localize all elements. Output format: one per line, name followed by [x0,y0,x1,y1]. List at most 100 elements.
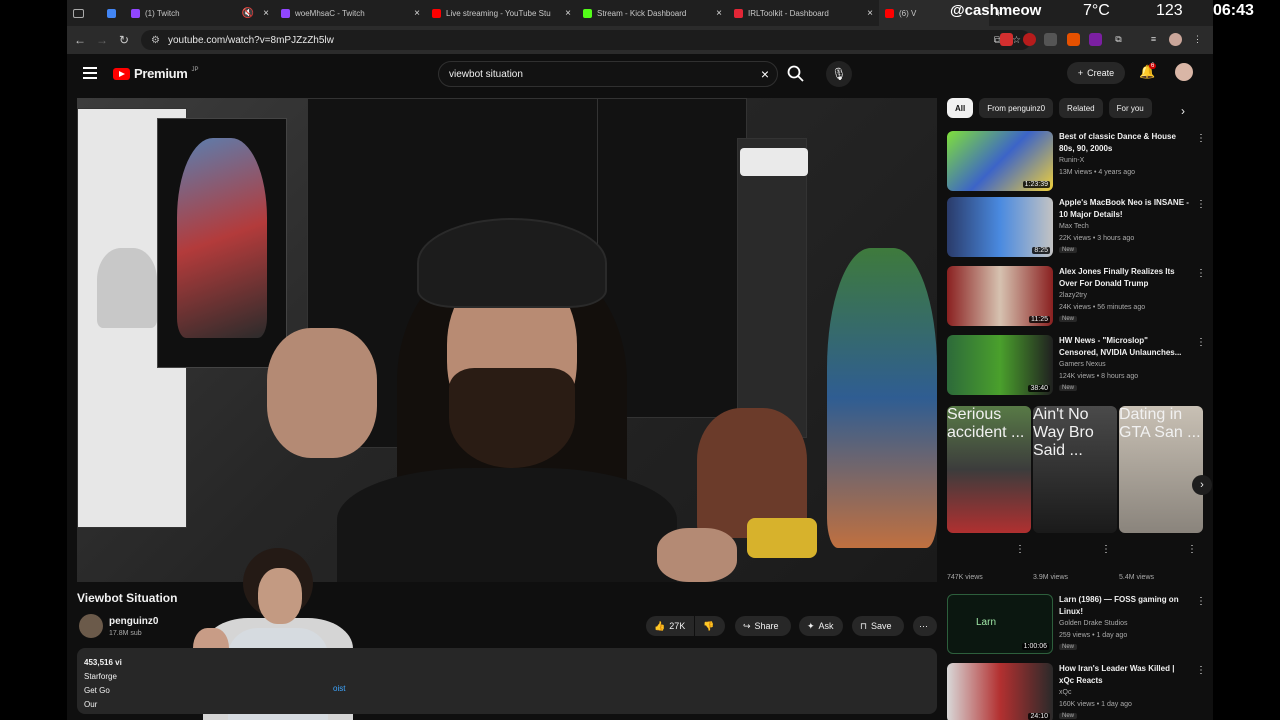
bookmark-star-icon[interactable]: ☆ [1012,35,1021,46]
sparkle-icon: ✦ [807,620,815,631]
recommendation-channel[interactable]: Gamers Nexus [1059,361,1106,368]
recommendation-item[interactable]: 11:25 Alex Jones Finally Realizes Its Ov… [947,266,1207,328]
video-thumbnail[interactable]: Larn 1:00:06 [947,594,1053,654]
more-vert-icon[interactable]: ⋮ [1196,268,1206,279]
recommendation-channel[interactable]: Golden Drake Studios [1059,620,1127,627]
account-avatar[interactable] [1175,63,1193,81]
dislike-button[interactable]: 👎 [695,616,725,636]
create-button[interactable]: + Create [1067,62,1125,84]
shorts-next-button[interactable]: › [1192,475,1212,495]
browser-window: (1) Twitch 🔇 × woeMhsaC - Twitch × Live str… [67,0,1213,720]
close-icon[interactable]: × [867,8,873,19]
youtube-logo[interactable]: Premium JP [113,66,199,81]
recommendation-channel[interactable]: 2lazy2try [1059,292,1087,299]
menu-icon[interactable] [83,67,97,79]
ask-button[interactable]: ✦ Ask [799,616,843,636]
channel-name[interactable]: penguinz0 [109,616,158,627]
more-vert-icon[interactable]: ⋮ [1196,665,1206,676]
extension-4-icon[interactable] [1067,33,1080,46]
more-vert-icon[interactable]: ⋮ [1187,544,1197,555]
recommendation-title[interactable]: Larn (1986) — FOSS gaming on Linux! [1059,594,1189,618]
tab-sidebar[interactable] [67,0,101,26]
short-title[interactable]: Ain't No Way Bro Said ... [1033,406,1117,460]
mute-icon[interactable]: 🔇 [242,8,254,19]
twitch-icon [281,8,290,18]
tab-2[interactable]: woeMhsaC - Twitch × [275,0,426,26]
forward-button[interactable]: → [91,33,113,47]
more-vert-icon[interactable]: ⋮ [1196,133,1206,144]
video-thumbnail[interactable]: 1:23:39 [947,131,1053,191]
duration-badge: 38:40 [1028,385,1050,392]
chip-from-channel[interactable]: From penguinz0 [979,98,1054,118]
video-thumbnail[interactable]: 24:10 [947,663,1053,720]
short-views: 747K views [947,574,983,581]
recommendation-item[interactable]: 1:23:39 Best of classic Dance & House 80… [947,131,1207,193]
video-thumbnail[interactable]: 8:25 [947,197,1053,257]
duration-badge: 8:25 [1032,247,1050,254]
recommendation-channel[interactable]: Max Tech [1059,223,1089,230]
extension-2-icon[interactable] [1023,33,1036,46]
recommendation-item[interactable]: 24:10 How Iran's Leader Was Killed | xQc… [947,663,1207,720]
recommendation-item[interactable]: 38:40 HW News - "Microslop" Censored, NV… [947,335,1207,397]
extensions-puzzle-icon[interactable]: ⧉ [1112,33,1125,46]
close-icon[interactable]: × [414,8,420,19]
short-title[interactable]: Serious accident ... [947,406,1031,442]
short-title[interactable]: Dating in GTA San ... [1119,406,1203,442]
search-input[interactable]: viewbot situation × [438,61,778,87]
thumbs-up-icon: 👍 [654,620,666,631]
share-button[interactable]: ↪ Share [735,616,791,636]
mic-icon: 🎙 [831,67,847,81]
description-link[interactable]: oist [333,682,345,696]
recommendation-channel[interactable]: xQc [1059,689,1071,696]
description-box[interactable]: 453,516 vi Starforge Get Go Our oist [77,648,937,714]
recommendation-channel[interactable]: Runin-X [1059,157,1084,164]
extension-5-icon[interactable] [1089,33,1102,46]
recommendation-meta: 22K views • 3 hours ago [1059,235,1135,242]
more-vert-icon[interactable]: ⋮ [1015,544,1025,555]
chip-for-you[interactable]: For you [1108,98,1152,118]
browser-menu-icon[interactable]: ⋮ [1191,33,1204,46]
more-vert-icon[interactable]: ⋮ [1196,596,1206,607]
url-bar[interactable]: ⚙ youtube.com/watch?v=8mPJZzZh5lw ⧉ ☆ [141,30,1031,50]
reload-button[interactable]: ↻ [113,33,135,47]
recommendation-title[interactable]: Apple's MacBook Neo is INSANE - 10 Major… [1059,197,1189,221]
more-vert-icon[interactable]: ⋮ [1196,337,1206,348]
channel-avatar[interactable] [79,614,103,638]
chip-related[interactable]: Related [1059,98,1103,118]
extension-3-icon[interactable] [1044,33,1057,46]
recommendation-title[interactable]: Best of classic Dance & House 80s, 90, 2… [1059,131,1189,155]
clear-search-icon[interactable]: × [761,66,769,82]
profile-avatar[interactable] [1169,33,1182,46]
back-button[interactable]: ← [69,33,91,47]
more-vert-icon[interactable]: ⋮ [1101,544,1111,555]
chip-all[interactable]: All [947,98,974,118]
media-controls-icon[interactable]: ≡ [1147,33,1160,46]
close-icon[interactable]: × [263,8,269,19]
video-thumbnail[interactable]: 38:40 [947,335,1053,395]
recommendation-item[interactable]: 8:25 Apple's MacBook Neo is INSANE - 10 … [947,197,1207,259]
video-player[interactable] [77,98,937,582]
recommendation-title[interactable]: How Iran's Leader Was Killed | xQc React… [1059,663,1189,687]
more-actions-button[interactable]: ⋯ [913,616,937,636]
video-thumbnail[interactable]: 11:25 [947,266,1053,326]
video-title: Viewbot Situation [77,591,178,605]
tab-3[interactable]: Live streaming - YouTube Stu × [426,0,577,26]
close-icon[interactable]: × [565,8,571,19]
tab-1[interactable]: (1) Twitch 🔇 × [125,0,275,26]
extension-1-icon[interactable] [1000,33,1013,46]
voice-search-button[interactable]: 🎙 [826,61,852,87]
recommendation-item[interactable]: Larn 1:00:06 Larn (1986) — FOSS gaming on… [947,594,1207,656]
save-button[interactable]: ⊓ Save [852,616,904,636]
short-views: 5.4M views [1119,574,1155,581]
tab-4[interactable]: Stream - Kick Dashboard × [577,0,728,26]
recommendation-title[interactable]: Alex Jones Finally Realizes Its Over For… [1059,266,1189,290]
site-info-icon[interactable]: ⚙ [151,35,160,46]
tab-5[interactable]: IRLToolkit - Dashboard × [728,0,879,26]
recommendation-title[interactable]: HW News - "Microslop" Censored, NVIDIA U… [1059,335,1189,359]
like-button[interactable]: 👍 27K [646,616,694,636]
search-icon[interactable] [786,64,806,84]
chevron-right-icon[interactable]: › [1181,104,1185,118]
more-vert-icon[interactable]: ⋮ [1196,199,1206,210]
close-icon[interactable]: × [716,8,722,19]
tab-0[interactable] [101,0,125,26]
